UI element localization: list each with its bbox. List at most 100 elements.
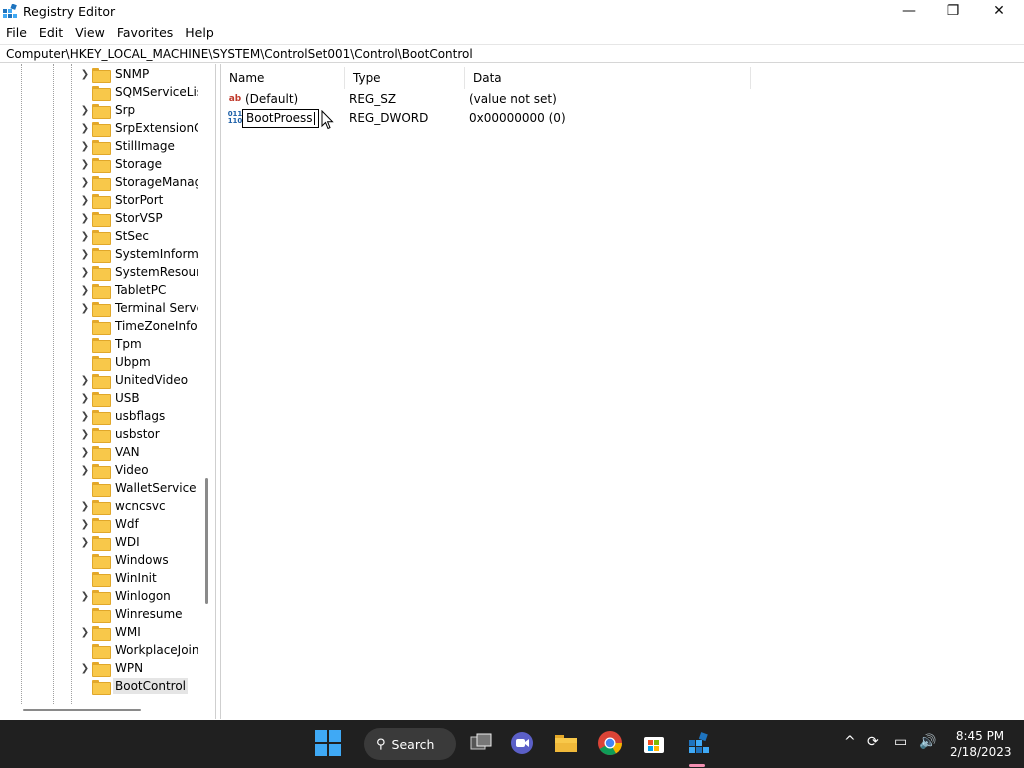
tree-item[interactable]: ❯ Video (78, 461, 198, 479)
tree-item[interactable]: ❯ StSec (78, 227, 198, 245)
tree-item[interactable]: ❯ usbflags (78, 407, 198, 425)
minimize-button[interactable]: — (886, 0, 932, 22)
tree-item[interactable]: ❯ Srp (78, 101, 198, 119)
tree-item[interactable]: TimeZoneInforr (78, 317, 198, 335)
menu-edit[interactable]: Edit (33, 23, 69, 43)
tree-item[interactable]: Windows (78, 551, 198, 569)
chevron-right-icon[interactable]: ❯ (78, 173, 92, 191)
chevron-right-icon[interactable]: ❯ (78, 659, 92, 677)
tree-item[interactable]: ❯ UnitedVideo (78, 371, 198, 389)
tree-item[interactable]: ❯ WMI (78, 623, 198, 641)
chat-icon[interactable] (509, 730, 535, 756)
chevron-right-icon[interactable]: ❯ (78, 389, 92, 407)
column-header-data[interactable]: Data (465, 67, 751, 89)
tree-item[interactable]: ❯ StillImage (78, 137, 198, 155)
taskbar-search-button[interactable]: ⚲ Search (364, 728, 456, 760)
column-header-type[interactable]: Type (345, 67, 465, 89)
folder-icon (92, 643, 111, 659)
registry-editor-taskbar-icon[interactable] (685, 730, 711, 756)
address-bar[interactable]: Computer\HKEY_LOCAL_MACHINE\SYSTEM\Contr… (0, 44, 1024, 63)
chevron-right-icon[interactable]: ❯ (78, 623, 92, 641)
tree-item[interactable]: ❯ USB (78, 389, 198, 407)
tree-item[interactable]: ❯ Winlogon (78, 587, 198, 605)
tree-item[interactable]: BootControl (78, 677, 198, 695)
close-button[interactable]: ✕ (976, 0, 1022, 22)
chevron-right-icon[interactable]: ❯ (78, 497, 92, 515)
task-view-icon[interactable] (468, 730, 494, 756)
tree-item[interactable]: ❯ Wdf (78, 515, 198, 533)
system-clock[interactable]: 8:45 PM 2/18/2023 (950, 728, 1012, 760)
tree-horizontal-scrollbar[interactable] (23, 709, 141, 711)
tree-item[interactable]: Ubpm (78, 353, 198, 371)
tree-item[interactable]: WalletService (78, 479, 198, 497)
chevron-right-icon[interactable]: ❯ (78, 209, 92, 227)
chevron-right-icon[interactable]: ❯ (78, 65, 92, 83)
chevron-right-icon[interactable]: ❯ (78, 101, 92, 119)
key-tree-pane[interactable]: ❯ SNMP SQMServiceList ❯ Srp ❯ SrpExtensionCo ❯ S… (0, 64, 216, 719)
menu-help[interactable]: Help (179, 23, 220, 43)
volume-icon[interactable]: 🔊 (919, 734, 936, 750)
chevron-right-icon[interactable]: ❯ (78, 461, 92, 479)
tree-item[interactable]: SQMServiceList (78, 83, 198, 101)
tree-item[interactable]: ❯ TabletPC (78, 281, 198, 299)
menu-view[interactable]: View (69, 23, 111, 43)
tree-vertical-scrollbar[interactable] (205, 478, 208, 604)
file-explorer-icon[interactable] (553, 730, 579, 756)
sync-icon[interactable]: ⟳ (867, 734, 879, 750)
chevron-right-icon[interactable]: ❯ (78, 191, 92, 209)
tree-item[interactable]: ❯ WPN (78, 659, 198, 677)
tree-item[interactable]: Winresume (78, 605, 198, 623)
tree-item[interactable]: ❯ Storage (78, 155, 198, 173)
chevron-right-icon[interactable]: ❯ (78, 299, 92, 317)
tree-item[interactable]: WorkplaceJoin (78, 641, 198, 659)
chevron-right-icon[interactable]: ❯ (78, 425, 92, 443)
chevron-right-icon[interactable]: ❯ (78, 533, 92, 551)
tree-item[interactable]: WinInit (78, 569, 198, 587)
tree-item[interactable]: ❯ StorPort (78, 191, 198, 209)
clock-time: 8:45 PM (955, 729, 1005, 743)
tree-item[interactable]: ❯ SystemResource (78, 263, 198, 281)
chevron-right-icon[interactable]: ❯ (78, 155, 92, 173)
tree-item-label: Winlogon (115, 589, 171, 603)
show-hidden-icons-icon[interactable]: ^ (844, 734, 856, 750)
folder-icon (92, 301, 111, 317)
chevron-right-icon[interactable]: ❯ (78, 515, 92, 533)
tree-item[interactable]: ❯ WDI (78, 533, 198, 551)
maximize-button[interactable]: ❐ (930, 0, 976, 22)
chevron-right-icon[interactable]: ❯ (78, 119, 92, 137)
tree-item[interactable]: Tpm (78, 335, 198, 353)
microsoft-store-icon[interactable] (641, 730, 667, 756)
chrome-icon[interactable] (597, 730, 623, 756)
network-icon[interactable]: ▭ (894, 734, 907, 750)
value-row[interactable]: ab (Default) REG_SZ (value not set) (221, 90, 781, 109)
tree-item[interactable]: ❯ usbstor (78, 425, 198, 443)
tree-item[interactable]: ❯ SNMP (78, 65, 198, 83)
windows-start-icon[interactable] (315, 730, 341, 756)
column-header-name[interactable]: Name (221, 67, 345, 89)
chevron-right-icon[interactable]: ❯ (78, 443, 92, 461)
folder-icon (92, 193, 111, 209)
tree-item[interactable]: ❯ StorageManage (78, 173, 198, 191)
tree-item[interactable]: ❯ StorVSP (78, 209, 198, 227)
chevron-right-icon[interactable]: ❯ (78, 407, 92, 425)
menu-file[interactable]: File (0, 23, 33, 43)
chevron-right-icon[interactable]: ❯ (78, 587, 92, 605)
values-pane[interactable]: Name Type Data ab (Default) REG_SZ (valu… (220, 64, 1024, 719)
chevron-right-icon[interactable]: ❯ (78, 263, 92, 281)
tree-item[interactable]: ❯ Terminal Server (78, 299, 198, 317)
chevron-right-icon[interactable]: ❯ (78, 227, 92, 245)
tree-item-label: TimeZoneInforr (115, 319, 198, 333)
rename-input[interactable]: BootProess (242, 109, 319, 128)
tree-item[interactable]: ❯ SystemInformat (78, 245, 198, 263)
chevron-right-icon[interactable]: ❯ (78, 371, 92, 389)
tree-item[interactable]: ❯ wcncsvc (78, 497, 198, 515)
binary-value-icon: 011 110 (227, 110, 243, 125)
tree-item[interactable]: ❯ VAN (78, 443, 198, 461)
menu-favorites[interactable]: Favorites (111, 23, 179, 43)
tree-item[interactable]: ❯ SrpExtensionCo (78, 119, 198, 137)
chevron-right-icon[interactable]: ❯ (78, 137, 92, 155)
value-row[interactable]: 011 110 BootProess REG_DWORD 0x00000000 … (221, 109, 781, 128)
chevron-right-icon[interactable]: ❯ (78, 281, 92, 299)
tree-item-label: USB (115, 391, 140, 405)
chevron-right-icon[interactable]: ❯ (78, 245, 92, 263)
